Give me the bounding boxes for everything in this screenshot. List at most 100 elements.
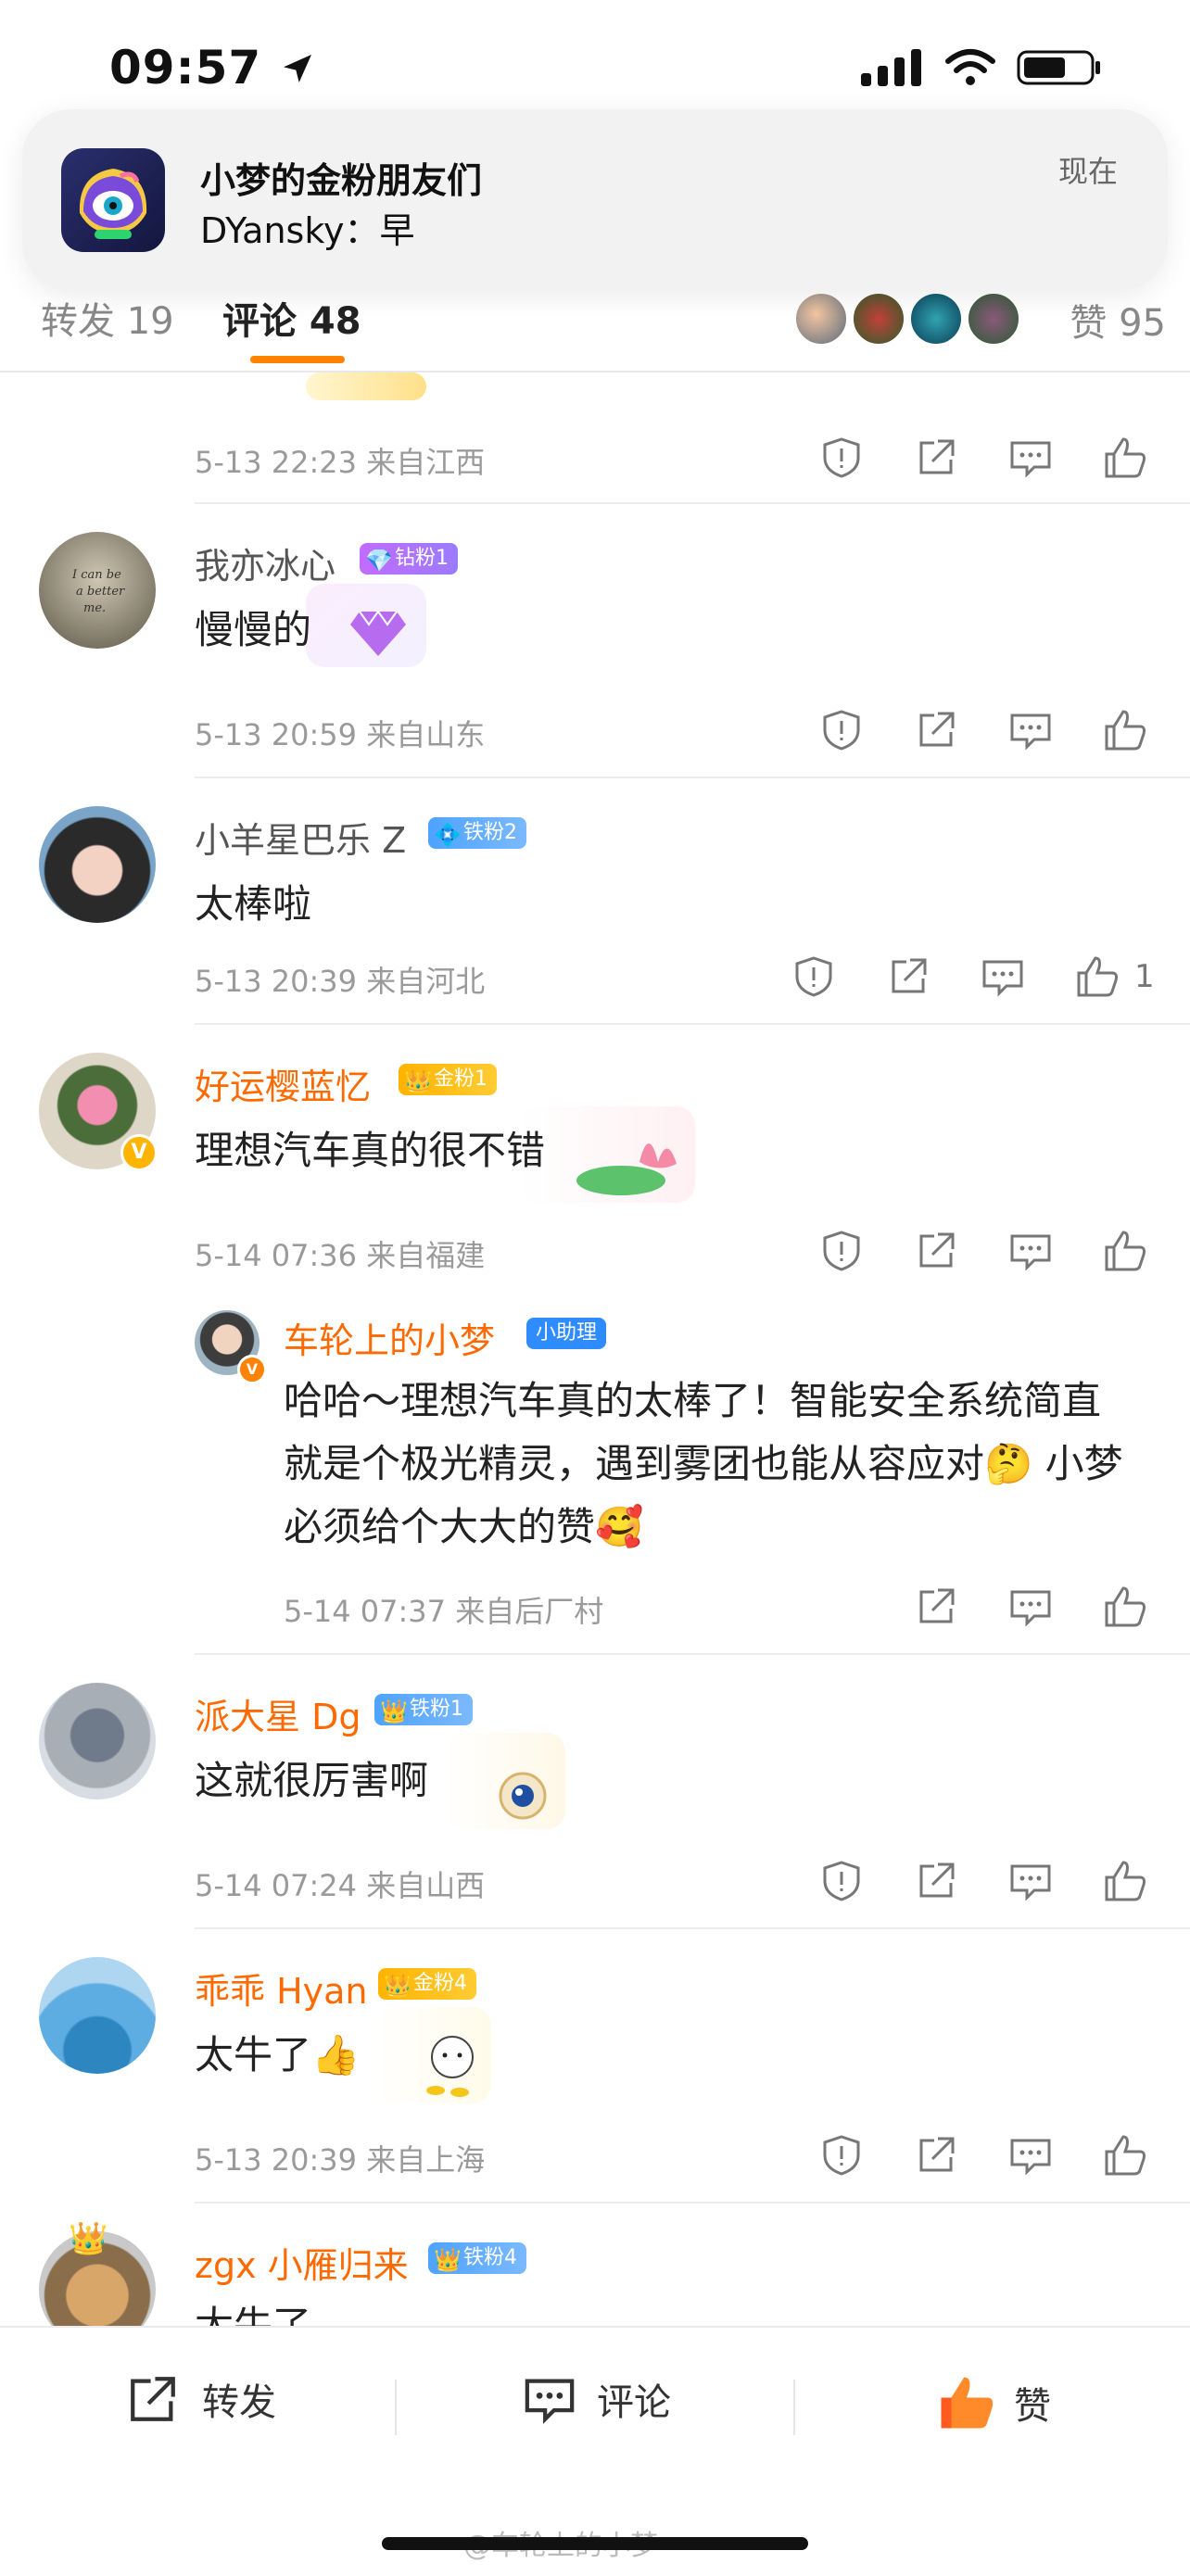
comment-text: 慢慢的 <box>195 607 312 652</box>
comment-text: 太棒啦 <box>195 881 312 927</box>
like-icon[interactable] <box>1103 436 1147 480</box>
tab-comments[interactable]: 评论 48 <box>222 291 361 345</box>
comment-text: 理想汽车真的很不错 <box>195 1128 546 1173</box>
comment-tabs-bar: 转发 19 评论 48 赞 95 <box>0 278 1190 373</box>
share-icon[interactable] <box>914 1585 958 1629</box>
comment-icon <box>525 2379 575 2424</box>
comment-username[interactable]: 我亦冰心 <box>195 537 335 588</box>
wifi-icon <box>945 49 995 85</box>
fan-badge[interactable]: 👑 金粉4 <box>378 1968 476 2000</box>
report-icon[interactable] <box>819 436 864 480</box>
comment-text: 这就很厉害啊 <box>195 1758 429 1803</box>
avatar[interactable] <box>39 1957 156 2074</box>
comment-meta: 5-13 22:23 来自江西 <box>195 445 486 480</box>
signal-icon <box>861 49 921 86</box>
avatar[interactable] <box>39 1683 156 1799</box>
crown-icon: 👑 <box>434 2247 462 2273</box>
comment-username[interactable]: 好运樱蓝忆 <box>195 1058 371 1109</box>
share-icon[interactable] <box>914 436 958 480</box>
diamond-sticker <box>306 584 426 667</box>
divider <box>195 1927 1190 1929</box>
cat-sticker <box>371 2007 491 2103</box>
reply-icon[interactable] <box>1008 2133 1053 2178</box>
like-count: 1 <box>1134 958 1155 995</box>
avatar[interactable] <box>39 806 156 923</box>
report-icon[interactable] <box>819 708 864 752</box>
verified-badge-icon: V <box>237 1355 267 1384</box>
share-icon[interactable] <box>914 708 958 752</box>
divider <box>195 777 1190 778</box>
diamond-icon: 💎 <box>365 548 393 574</box>
reply-icon[interactable] <box>981 954 1025 999</box>
reply-icon[interactable] <box>1008 1859 1053 1903</box>
like-icon[interactable] <box>1103 1229 1147 1273</box>
fan-badge[interactable]: 👑 铁粉4 <box>428 2242 526 2274</box>
active-tab-indicator <box>250 356 345 363</box>
battery-icon <box>1017 50 1100 85</box>
share-icon[interactable] <box>914 2133 958 2178</box>
comment-meta: 5-13 20:39 来自上海 <box>195 2142 486 2178</box>
comment-meta: 5-14 07:36 来自福建 <box>195 1238 486 1273</box>
fan-badge[interactable]: 💠 铁粉2 <box>428 817 526 849</box>
assistant-badge[interactable]: 小助理 <box>526 1318 607 1349</box>
notification-title: 小梦的金粉朋友们 <box>200 160 483 201</box>
like-icon[interactable] <box>1075 954 1120 999</box>
liker-avatar[interactable] <box>793 291 849 347</box>
like-icon[interactable] <box>1103 1859 1147 1903</box>
notification-time: 现在 <box>1057 154 1118 189</box>
status-time: 09:57 <box>109 41 316 95</box>
report-icon[interactable] <box>791 954 836 999</box>
svg-text:I can be: I can be <box>71 568 121 582</box>
comment-text: 太牛了👍 <box>195 2032 361 2077</box>
liker-avatar[interactable] <box>851 291 906 347</box>
svg-text:me.: me. <box>83 601 106 615</box>
share-icon[interactable] <box>886 954 930 999</box>
share-icon[interactable] <box>914 1859 958 1903</box>
like-icon[interactable] <box>1103 708 1147 752</box>
app-icon <box>61 148 165 252</box>
fan-badge[interactable]: 👑 铁粉1 <box>374 1694 473 1725</box>
astronaut-sticker <box>445 1733 565 1829</box>
diamond-icon: 💠 <box>434 822 462 848</box>
reply-icon[interactable] <box>1008 1585 1053 1629</box>
comment-meta: 5-14 07:24 来自山西 <box>195 1868 486 1903</box>
push-notification[interactable]: 小梦的金粉朋友们 DYansky：早 现在 <box>22 109 1168 291</box>
reply-icon[interactable] <box>1008 436 1053 480</box>
repost-icon <box>131 2377 175 2421</box>
comment-username[interactable]: zgx 小雁归来 <box>195 2237 409 2288</box>
sticker <box>306 373 426 400</box>
comment-button[interactable]: 评论 <box>519 2372 671 2426</box>
location-arrow-icon <box>283 55 311 82</box>
like-filled-icon <box>941 2377 994 2429</box>
divider <box>195 502 1190 504</box>
fan-badge[interactable]: 👑 金粉1 <box>399 1064 497 1095</box>
svg-text:a better: a better <box>76 585 125 599</box>
report-icon[interactable] <box>819 2133 864 2178</box>
share-icon[interactable] <box>914 1229 958 1273</box>
comment-meta: 5-13 20:59 来自山东 <box>195 717 486 752</box>
reply-username[interactable]: 车轮上的小梦 <box>284 1312 495 1363</box>
verified-badge-icon: V <box>120 1134 158 1171</box>
like-icon[interactable] <box>1103 2133 1147 2178</box>
comment-username[interactable]: 派大星 Dg <box>195 1688 361 1739</box>
tab-likes[interactable]: 赞 95 <box>1070 293 1166 347</box>
reply-icon[interactable] <box>1008 708 1053 752</box>
comment-username[interactable]: 小羊星巴乐 Z <box>195 812 406 863</box>
like-button[interactable]: 赞 <box>936 2372 1051 2433</box>
liker-avatar[interactable] <box>966 291 1021 347</box>
comment-username[interactable]: 乖乖 Hyan <box>195 1963 368 2014</box>
like-icon[interactable] <box>1103 1585 1147 1629</box>
repost-button[interactable]: 转发 <box>120 2372 276 2426</box>
report-icon[interactable] <box>819 1229 864 1273</box>
reply-meta: 5-14 07:37 来自后厂村 <box>284 1594 604 1629</box>
status-icons <box>861 48 1102 87</box>
liker-avatar[interactable] <box>908 291 964 347</box>
crown-icon: 👑 <box>404 1068 432 1094</box>
divider <box>793 2380 795 2435</box>
reply-icon[interactable] <box>1008 1229 1053 1273</box>
report-icon[interactable] <box>819 1859 864 1903</box>
avatar[interactable]: I can be a better me. <box>39 532 156 649</box>
fan-badge[interactable]: 💎 钻粉1 <box>360 543 458 575</box>
tab-repost[interactable]: 转发 19 <box>41 291 174 345</box>
home-indicator[interactable] <box>382 2537 808 2550</box>
